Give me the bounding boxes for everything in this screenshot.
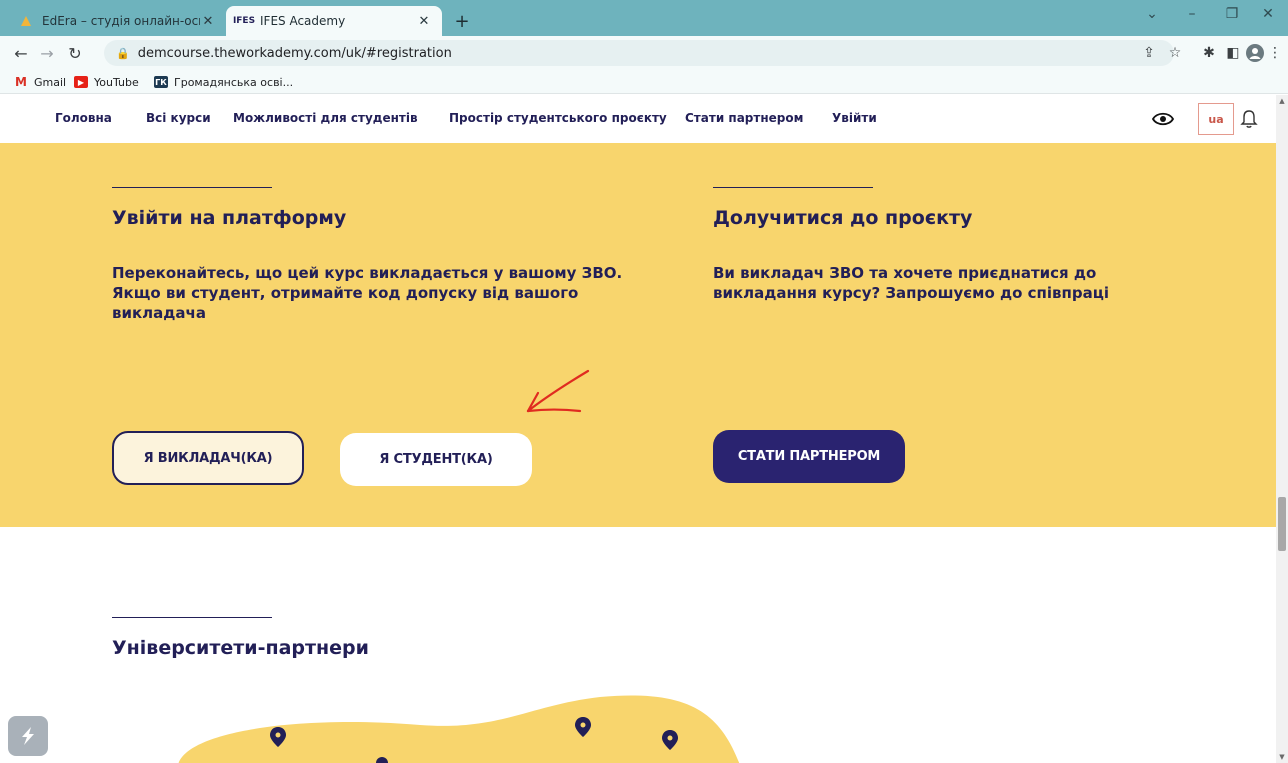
bookmark-label: Громадянська осві... — [174, 75, 294, 89]
back-arrow-icon[interactable]: ← — [10, 42, 32, 64]
scrollbar-thumb[interactable] — [1278, 497, 1286, 551]
bookmarks-bar: M Gmail ▶ YouTube ГК Громадянська осві..… — [0, 70, 1288, 94]
bookmark-youtube[interactable]: ▶ YouTube — [74, 74, 139, 90]
red-arrow-annotation-icon — [526, 369, 590, 413]
lightning-icon — [22, 727, 34, 745]
bookmark-civic-education[interactable]: ГК Громадянська осві... — [154, 74, 293, 90]
login-section-description: Переконайтесь, що цей курс викладається … — [112, 264, 623, 322]
youtube-icon: ▶ — [74, 76, 88, 88]
become-partner-button[interactable]: СТАТИ ПАРТНЕРОМ — [713, 430, 905, 483]
nav-all-courses[interactable]: Всі курси — [146, 111, 211, 125]
tab-close-icon[interactable]: ✕ — [416, 14, 432, 29]
civic-education-icon: ГК — [154, 76, 168, 88]
site-navigation: Головна Всі курси Можливості для студент… — [0, 95, 1276, 143]
ifes-favicon-icon: IFES — [232, 16, 256, 26]
browser-menu-icon[interactable]: ⋮ — [1266, 44, 1284, 62]
tab-close-icon[interactable]: ✕ — [200, 14, 216, 29]
lock-icon: 🔒 — [116, 46, 130, 60]
partners-section-title: Університети-партнери — [112, 637, 369, 659]
tab-title: EdEra – студія онлайн-освіти — [42, 14, 200, 28]
browser-toolbar: ← → ↻ 🔒 demcourse.theworkademy.com/uk/#r… — [0, 36, 1288, 70]
join-section-description: Ви викладач ЗВО та хочете приєднатися до… — [713, 264, 1109, 302]
tab-search-chevron-icon[interactable]: ⌄ — [1132, 6, 1172, 28]
address-bar[interactable]: 🔒 demcourse.theworkademy.com/uk/#registr… — [104, 40, 1174, 66]
partners-map-illustration — [178, 695, 740, 763]
share-icon[interactable]: ⇪ — [1140, 44, 1158, 62]
reload-icon[interactable]: ↻ — [64, 42, 86, 64]
nav-student-opportunities[interactable]: Можливості для студентів — [233, 111, 418, 125]
bookmark-label: Gmail — [34, 75, 67, 89]
language-switcher[interactable]: ua — [1198, 103, 1234, 135]
join-section-title: Долучитися до проєкту — [713, 207, 973, 229]
bookmark-star-icon[interactable]: ☆ — [1166, 44, 1184, 62]
floating-helper-widget[interactable] — [8, 716, 48, 756]
student-button[interactable]: Я СТУДЕНТ(КА) — [340, 433, 532, 486]
browser-tab-bar: EdEra – студія онлайн-освіти ✕ IFES IFES… — [0, 0, 1288, 36]
join-section-divider — [713, 187, 873, 188]
url-text: demcourse.theworkademy.com/uk/#registrat… — [137, 45, 452, 61]
scroll-down-icon[interactable]: ▼ — [1276, 751, 1288, 763]
nav-login[interactable]: Увійти — [832, 111, 877, 125]
restore-icon[interactable]: ❐ — [1212, 6, 1252, 28]
teacher-button[interactable]: Я ВИКЛАДАЧ(КА) — [112, 431, 304, 485]
accessibility-eye-icon[interactable] — [1152, 111, 1174, 127]
nav-become-partner[interactable]: Стати партнером — [685, 111, 803, 125]
new-tab-button[interactable]: + — [450, 9, 474, 33]
bookmark-label: YouTube — [94, 75, 139, 89]
page-viewport: Головна Всі курси Можливості для студент… — [0, 95, 1276, 763]
partners-section-divider — [112, 617, 272, 618]
notification-bell-icon[interactable] — [1240, 109, 1258, 129]
page-scrollbar[interactable]: ▲ ▼ — [1276, 95, 1288, 763]
gmail-icon: M — [15, 75, 27, 89]
nav-student-project-space[interactable]: Простір студентського проєкту — [449, 111, 667, 125]
extensions-puzzle-icon[interactable]: ✱ — [1200, 44, 1218, 62]
bookmark-gmail[interactable]: M Gmail — [14, 74, 66, 90]
tab-title: IFES Academy — [260, 14, 346, 28]
close-window-icon[interactable]: ✕ — [1248, 6, 1288, 28]
minimize-icon[interactable]: – — [1172, 6, 1212, 28]
profile-avatar-icon[interactable] — [1246, 44, 1264, 62]
forward-arrow-icon[interactable]: → — [36, 42, 58, 64]
scroll-up-icon[interactable]: ▲ — [1276, 95, 1288, 107]
tab-edera[interactable]: EdEra – студія онлайн-освіти ✕ — [8, 6, 226, 36]
login-section-divider — [112, 187, 272, 188]
tab-ifes-academy[interactable]: IFES IFES Academy ✕ — [226, 6, 442, 36]
registration-section: Увійти на платформу Переконайтесь, що це… — [0, 143, 1276, 527]
side-panel-icon[interactable]: ◧ — [1224, 44, 1242, 62]
nav-home[interactable]: Головна — [55, 111, 112, 125]
edera-favicon-icon — [18, 13, 34, 29]
login-section-title: Увійти на платформу — [112, 207, 347, 229]
